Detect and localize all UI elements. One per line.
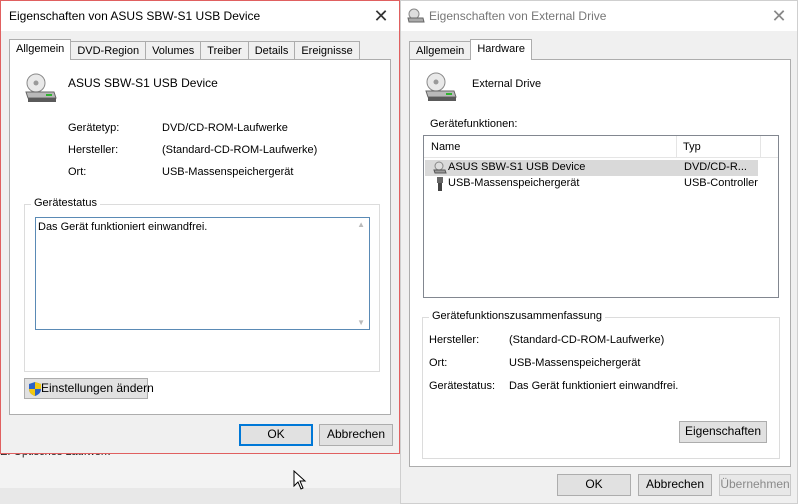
close-button[interactable]: ✕: [369, 4, 393, 28]
list-item-usb-storage[interactable]: USB-Massenspeichergerät USB-Controller: [425, 176, 758, 192]
tab-bar: Allgemein Hardware: [409, 39, 532, 60]
tab-ereignisse[interactable]: Ereignisse: [294, 41, 360, 59]
column-separator[interactable]: [676, 136, 677, 158]
change-settings-label: Einstellungen ändern: [41, 381, 154, 395]
window-title: Eigenschaften von ASUS SBW-S1 USB Device: [9, 9, 261, 23]
ok-button[interactable]: OK: [239, 424, 313, 446]
close-button[interactable]: ✕: [767, 4, 791, 28]
summary-location-value: USB-Massenspeichergerät: [509, 357, 641, 369]
drive-title-icon: [407, 8, 425, 23]
close-icon: ✕: [771, 5, 787, 26]
list-header: Name Typ: [424, 136, 778, 158]
cancel-button[interactable]: Abbrechen: [638, 474, 712, 496]
column-header-type[interactable]: Typ: [683, 141, 701, 153]
title-bar: Eigenschaften von ASUS SBW-S1 USB Device…: [1, 1, 399, 31]
device-functions-label: Gerätefunktionen:: [430, 118, 518, 130]
uac-shield-icon: [29, 382, 41, 396]
device-properties-dialog: Eigenschaften von ASUS SBW-S1 USB Device…: [0, 0, 400, 454]
scroll-up-icon[interactable]: ▲: [357, 220, 365, 229]
list-item-asus-drive[interactable]: ASUS SBW-S1 USB Device DVD/CD-R...: [425, 160, 758, 176]
summary-status-label: Gerätestatus:: [429, 380, 496, 392]
scroll-down-icon[interactable]: ▼: [357, 318, 365, 327]
manufacturer-label: Hersteller:: [68, 144, 119, 156]
ok-button[interactable]: OK: [557, 474, 631, 496]
tab-allgemein[interactable]: Allgemein: [409, 41, 472, 59]
device-name: External Drive: [472, 78, 542, 90]
device-function-summary-group: Gerätefunktionszusammenfassung Herstelle…: [422, 310, 780, 459]
device-status-text: Das Gerät funktioniert einwandfrei.: [38, 221, 208, 233]
external-drive-properties-dialog: Eigenschaften von External Drive ✕ Allge…: [400, 0, 798, 504]
location-value: USB-Massenspeichergerät: [162, 166, 294, 178]
device-status-textbox[interactable]: Das Gerät funktioniert einwandfrei. ▲ ▼: [35, 217, 370, 330]
change-settings-button[interactable]: Einstellungen ändern: [24, 378, 154, 399]
list-item-name: ASUS SBW-S1 USB Device: [448, 161, 586, 173]
mouse-cursor-icon: [293, 470, 307, 490]
general-tab-panel: ASUS SBW-S1 USB Device Gerätetyp: DVD/CD…: [9, 59, 391, 415]
properties-button[interactable]: Eigenschaften: [679, 421, 767, 443]
background-window-bottom: [0, 488, 400, 504]
tab-treiber[interactable]: Treiber: [200, 41, 249, 59]
usb-plug-icon: [437, 177, 443, 191]
summary-manufacturer-label: Hersteller:: [429, 334, 480, 346]
device-type-value: DVD/CD-ROM-Laufwerke: [162, 122, 288, 134]
summary-group-title: Gerätefunktionszusammenfassung: [429, 310, 605, 322]
tab-hardware[interactable]: Hardware: [470, 39, 532, 60]
summary-manufacturer-value: (Standard-CD-ROM-Laufwerke): [509, 334, 665, 346]
list-item-name: USB-Massenspeichergerät: [448, 177, 580, 189]
tab-dvd-region[interactable]: DVD-Region: [70, 41, 147, 59]
window-title: Eigenschaften von External Drive: [429, 9, 607, 23]
device-status-group: Gerätestatus Das Gerät funktioniert einw…: [24, 197, 380, 372]
device-status-group-title: Gerätestatus: [31, 197, 100, 209]
close-icon: ✕: [373, 5, 389, 26]
device-type-label: Gerätetyp:: [68, 122, 120, 134]
device-name: ASUS SBW-S1 USB Device: [68, 76, 218, 90]
optical-drive-icon: [433, 161, 447, 174]
external-drive-icon: [425, 72, 457, 101]
title-bar: Eigenschaften von External Drive ✕: [401, 1, 797, 31]
column-separator[interactable]: [760, 136, 761, 158]
column-header-name[interactable]: Name: [431, 141, 460, 153]
tab-allgemein[interactable]: Allgemein: [9, 39, 72, 60]
optical-drive-icon: [25, 73, 57, 102]
summary-location-label: Ort:: [429, 357, 448, 369]
manufacturer-value: (Standard-CD-ROM-Laufwerke): [162, 144, 318, 156]
tab-details[interactable]: Details: [247, 41, 296, 59]
list-item-type: DVD/CD-R...: [684, 161, 747, 173]
tab-bar: Allgemein DVD-Region Volumes Treiber Det…: [9, 39, 360, 60]
device-functions-list[interactable]: Name Typ ASUS SBW-S1 USB Device DVD/CD-R…: [423, 135, 779, 298]
location-label: Ort:: [68, 166, 87, 178]
summary-status-value: Das Gerät funktioniert einwandfrei.: [509, 380, 679, 392]
cancel-button[interactable]: Abbrechen: [319, 424, 393, 446]
apply-button[interactable]: Übernehmen: [719, 474, 791, 496]
tab-volumes[interactable]: Volumes: [145, 41, 202, 59]
list-item-type: USB-Controller: [684, 177, 758, 189]
hardware-tab-panel: External Drive Gerätefunktionen: Name Ty…: [409, 59, 791, 467]
